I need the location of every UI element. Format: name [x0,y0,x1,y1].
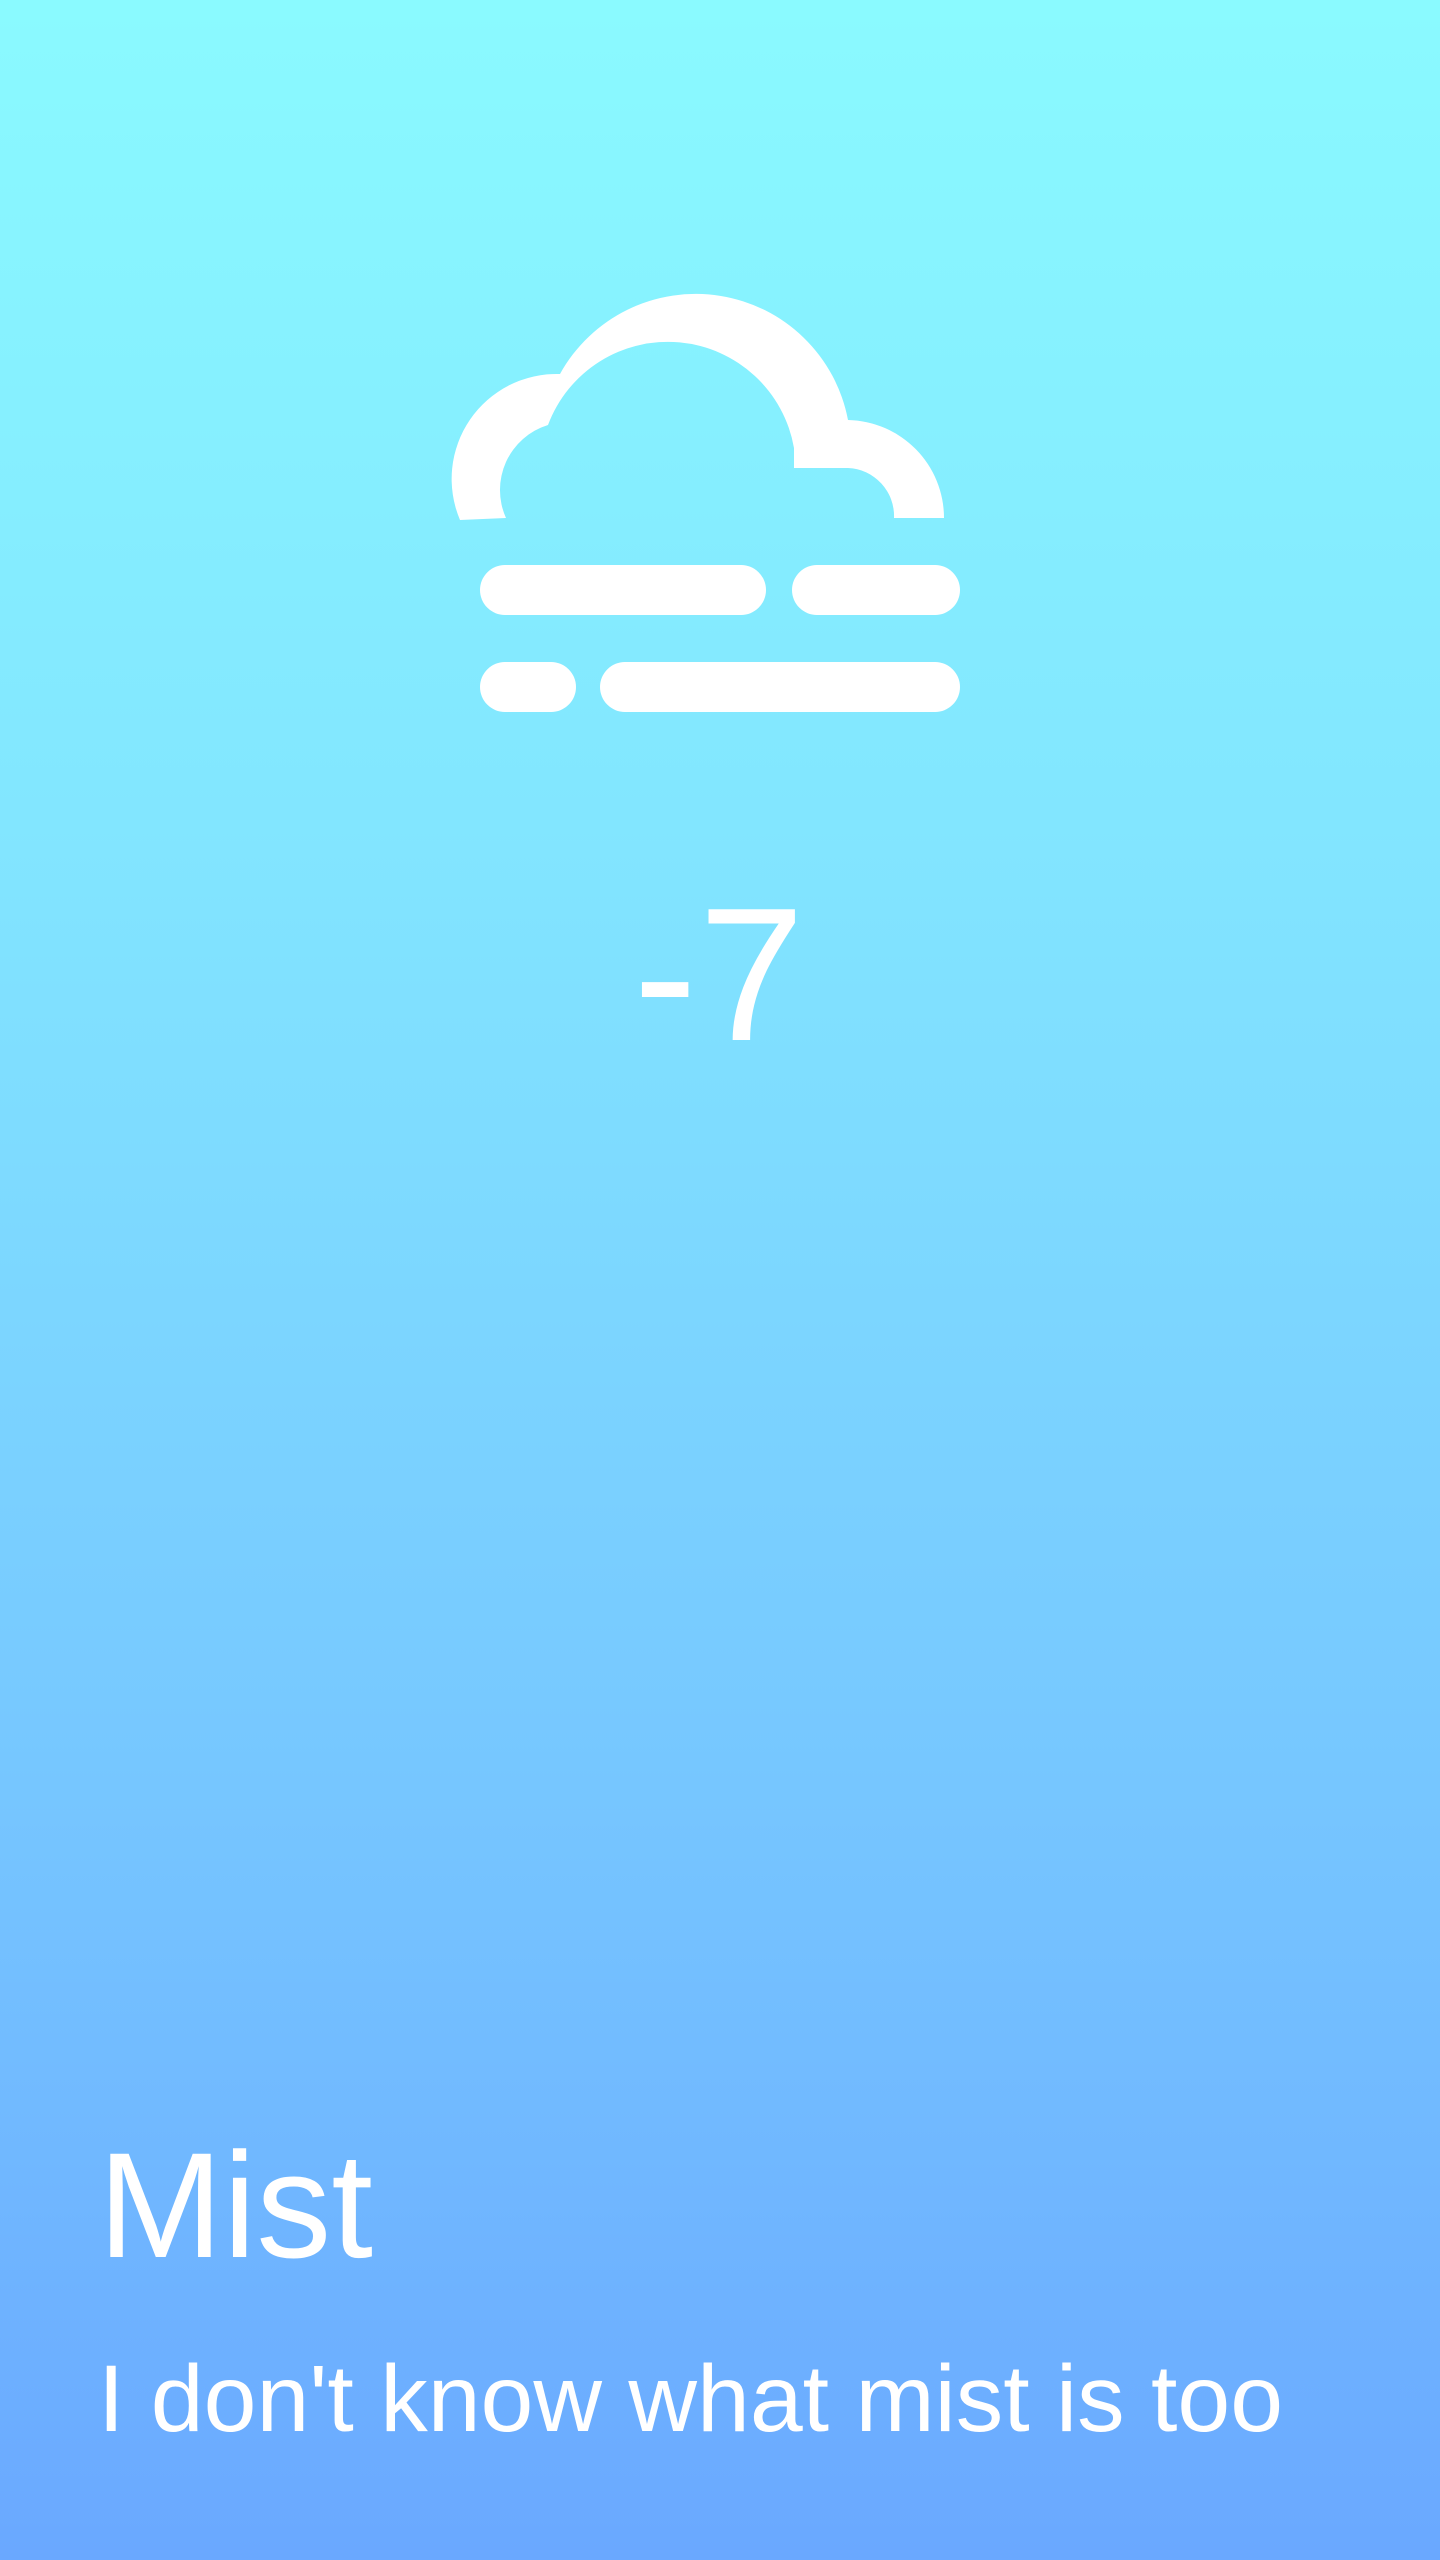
mist-icon [451,293,960,712]
condition-title: Mist [98,2121,373,2289]
temperature-value: -7 [633,869,807,1081]
weather-screen: -7 Mist I don't know what mist is too [0,0,1440,2560]
condition-description: I don't know what mist is too [98,2346,1284,2452]
